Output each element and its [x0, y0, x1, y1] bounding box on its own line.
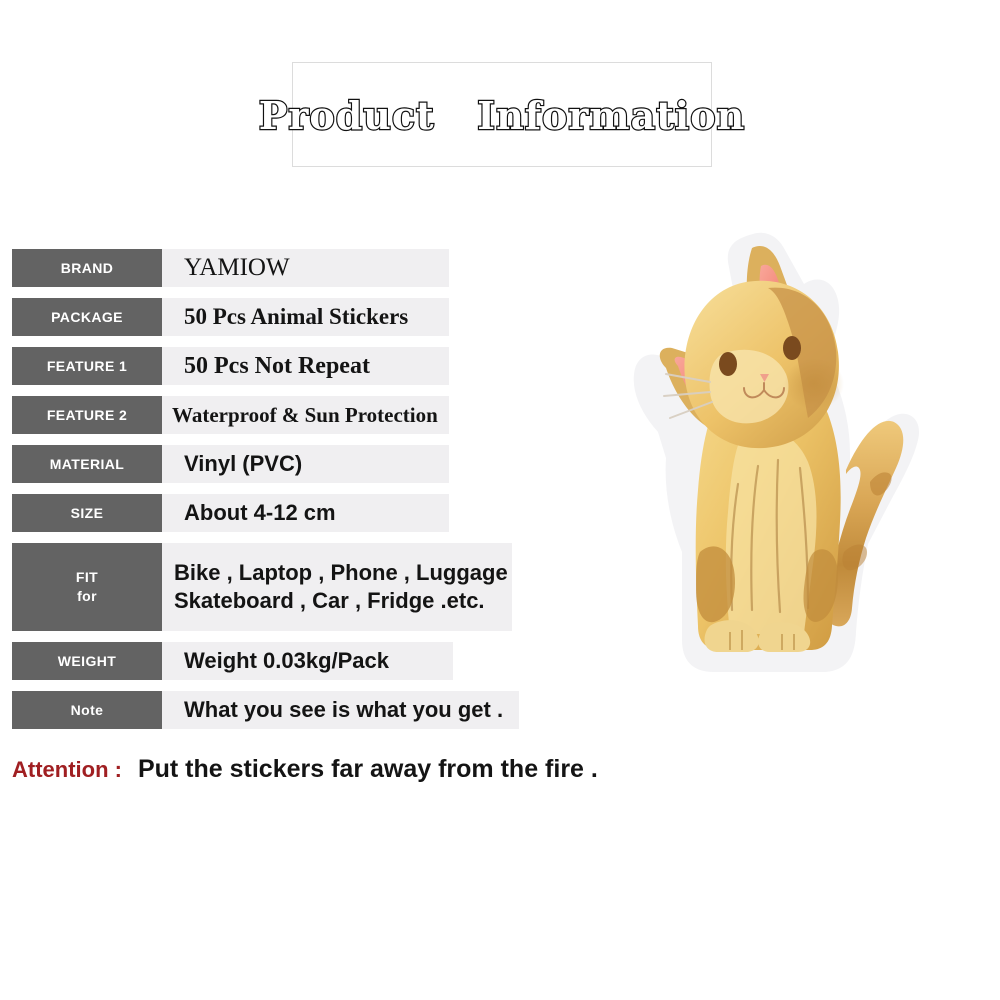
attention-label: Attention : [12, 757, 122, 782]
spec-value-text: YAMIOW [184, 254, 290, 281]
cat-eye-right [783, 336, 801, 360]
spec-label-text: SIZE [70, 504, 104, 521]
spec-value-material: Vinyl (PVC) [162, 445, 449, 483]
attention-text: Put the stickers far away from the fire … [137, 755, 598, 783]
spec-label-text-secondary: for [77, 588, 97, 604]
table-row: BRAND YAMIOW [0, 249, 560, 287]
spec-label-weight: WEIGHT [12, 642, 162, 680]
spec-value-feature-2: Waterproof & Sun Protection [162, 396, 449, 434]
spec-label-material: MATERIAL [12, 445, 162, 483]
spec-label-text: BRAND [60, 259, 114, 276]
spec-label-package: PACKAGE [12, 298, 162, 336]
spec-label-text: FIT [75, 569, 99, 586]
spec-label-text: FEATURE 2 [46, 406, 128, 423]
spec-label-text: PACKAGE [51, 308, 123, 325]
spec-value-text: 50 Pcs Not Repeat [184, 352, 370, 379]
spec-value-text: About 4-12 cm [184, 499, 336, 525]
cat-eye-left [719, 352, 737, 376]
spec-value-fit-for: Bike , Laptop , Phone , Luggage Skateboa… [162, 543, 512, 631]
table-row: PACKAGE 50 Pcs Animal Stickers [0, 298, 560, 336]
spec-value-feature-1: 50 Pcs Not Repeat [162, 347, 449, 385]
spec-label-feature-2: FEATURE 2 [12, 396, 162, 434]
spec-value-text: 50 Pcs Animal Stickers [184, 304, 409, 330]
attention-row: Attention : Put the stickers far away fr… [12, 755, 598, 784]
spec-value-weight: Weight 0.03kg/Pack [162, 642, 453, 680]
spec-label-text: Note [70, 701, 104, 718]
spec-table: BRAND YAMIOW PACKAGE 50 Pcs Animal Stick… [0, 249, 560, 740]
table-row: MATERIAL Vinyl (PVC) [0, 445, 560, 483]
spec-value-text: Bike , Laptop , Phone , Luggage [174, 559, 508, 585]
spec-label-feature-1: FEATURE 1 [12, 347, 162, 385]
page-title: Product Information [258, 91, 746, 138]
table-row: FIT for Bike , Laptop , Phone , Luggage … [0, 543, 560, 631]
spec-label-brand: BRAND [12, 249, 162, 287]
table-row: Note What you see is what you get . [0, 691, 560, 729]
spec-value-brand: YAMIOW [162, 249, 449, 287]
spec-value-size: About 4-12 cm [162, 494, 449, 532]
ginger-kitten-sticker-image [618, 222, 948, 692]
spec-label-fit-for: FIT for [12, 543, 162, 631]
spec-label-text: MATERIAL [49, 455, 125, 472]
spec-value-text: What you see is what you get . [184, 696, 504, 722]
table-row: FEATURE 1 50 Pcs Not Repeat [0, 347, 560, 385]
spec-value-text: Waterproof & Sun Protection [172, 402, 438, 427]
spec-value-package: 50 Pcs Animal Stickers [162, 298, 449, 336]
spec-label-size: SIZE [12, 494, 162, 532]
spec-label-text: FEATURE 1 [46, 357, 128, 374]
product-information-page: Product Information BRAND YAMIOW PACKAGE… [0, 0, 1000, 1000]
table-row: SIZE About 4-12 cm [0, 494, 560, 532]
spec-value-text: Vinyl (PVC) [184, 450, 303, 476]
table-row: WEIGHT Weight 0.03kg/Pack [0, 642, 560, 680]
table-row: FEATURE 2 Waterproof & Sun Protection [0, 396, 560, 434]
spec-value-note: What you see is what you get . [162, 691, 519, 729]
spec-value-text-line2: Skateboard , Car , Fridge .etc. [174, 588, 485, 613]
spec-value-text: Weight 0.03kg/Pack [184, 647, 390, 673]
spec-label-text: WEIGHT [57, 652, 117, 669]
spec-label-note: Note [12, 691, 162, 729]
cat-illustration-svg [633, 232, 920, 672]
